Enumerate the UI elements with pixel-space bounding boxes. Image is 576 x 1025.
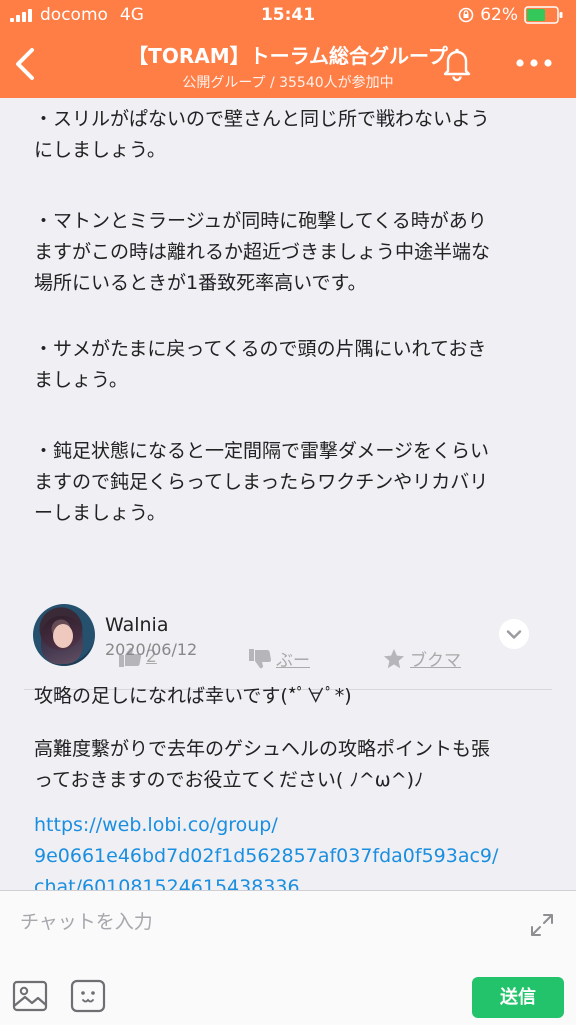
battery-percent: 62% — [480, 5, 518, 25]
back-button[interactable] — [8, 44, 44, 84]
boo-button[interactable]: ぶー — [248, 646, 310, 671]
post-text: 高難度繋がりで去年のゲシュヘルの攻略ポイントも張 っておきますのでお役立てくださ… — [34, 738, 491, 791]
bookmark-label: ブクマ — [410, 651, 461, 671]
post-date: 2020/06/12 — [105, 640, 198, 659]
boo-label: ぶー — [276, 651, 310, 671]
chat-input[interactable]: チャットを入力 — [20, 907, 153, 934]
orientation-lock-icon — [458, 7, 474, 23]
avatar[interactable] — [33, 604, 95, 666]
expand-icon[interactable] — [528, 911, 556, 939]
bookmark-button[interactable]: ブクマ — [382, 646, 461, 671]
status-bar: docomo 4G 15:41 62% — [0, 0, 576, 30]
thumbs-down-icon — [249, 648, 272, 668]
group-title-block[interactable]: 【TORAM】トーラム総合グループ 公開グループ / 35540人が参加中 — [80, 40, 496, 92]
chevron-down-icon[interactable] — [499, 619, 529, 649]
author-name[interactable]: Walnia — [105, 614, 168, 636]
message-paragraph: ・スリルがぱないので壁さんと同じ所で戦わないよう にしましょう。 — [34, 108, 490, 161]
group-title: 【TORAM】トーラム総合グループ — [128, 44, 448, 68]
message-paragraph: ・マトンとミラージュが同時に砲撃してくる時があり ますがこの時は離れるか超近づき… — [34, 210, 491, 294]
message-paragraph: ・サメがたまに戻ってくるので頭の片隅にいれておき ましょう。 — [34, 338, 487, 391]
more-options-icon[interactable] — [514, 54, 554, 72]
composer: チャットを入力 送信 — [0, 890, 576, 1025]
post-text: 攻略の足しになれば幸いです(*ﾟ∀ﾟ*) — [34, 685, 352, 707]
star-icon — [384, 648, 404, 668]
send-button[interactable]: 送信 — [472, 977, 564, 1018]
image-icon[interactable] — [12, 979, 48, 1013]
group-subtitle: 公開グループ / 35540人が参加中 — [182, 75, 394, 91]
chat-content[interactable]: ・スリルがぱないので壁さんと同じ所で戦わないよう にしましょう。 ・マトンとミラ… — [0, 98, 576, 890]
notification-bell-icon[interactable] — [438, 44, 476, 82]
post-link[interactable]: https://web.lobi.co/group/ 9e0661e46bd7d… — [34, 810, 534, 890]
battery-icon — [524, 6, 563, 24]
header-bar: docomo 4G 15:41 62% 【TORAM】トーラム総合グループ 公開… — [0, 0, 576, 98]
message-paragraph: ・鈍足状態になると一定間隔で雷撃ダメージをくらい ますので鈍足くらってしまったら… — [34, 440, 490, 524]
sticker-icon[interactable] — [70, 979, 106, 1013]
